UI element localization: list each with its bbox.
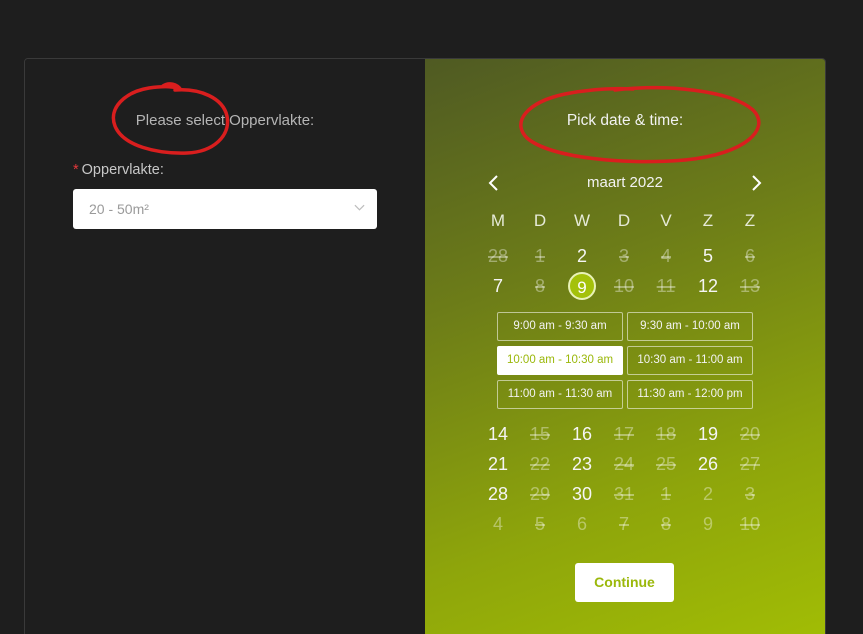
calendar-day: 8	[534, 276, 545, 296]
weekday-label: D	[617, 211, 631, 230]
month-navigation: maart 2022	[480, 171, 770, 195]
calendar-day: 24	[613, 454, 635, 474]
calendar-day: 9	[702, 514, 713, 534]
weekday-header: MDWDVZZ	[477, 209, 771, 233]
weekday-label: Z	[702, 211, 714, 230]
time-slot[interactable]: 9:30 am - 10:00 am	[627, 312, 753, 341]
calendar-day[interactable]: 26	[688, 452, 728, 476]
calendar-day: 31	[613, 484, 635, 504]
calendar-day: 4	[492, 514, 503, 534]
calendar-day[interactable]: 2	[562, 244, 602, 268]
calendar-day: 1	[660, 484, 671, 504]
chevron-right-icon[interactable]	[747, 174, 765, 192]
time-slot[interactable]: 11:30 am - 12:00 pm	[627, 380, 753, 409]
calendar-day[interactable]: 5	[688, 244, 728, 268]
calendar-day: 10	[739, 514, 761, 534]
page: Please select Oppervlakte: * Oppervlakte:…	[0, 0, 863, 634]
calendar-day: 28	[487, 246, 509, 266]
weekday-label: M	[490, 211, 506, 230]
calendar-week: 14 15 16 17 18 19 20	[477, 422, 771, 446]
calendar-day: 17	[613, 424, 635, 444]
calendar-day[interactable]: 21	[478, 452, 518, 476]
calendar-week: 28 29 30 31 1 2 3	[477, 482, 771, 506]
left-panel: Please select Oppervlakte: * Oppervlakte:…	[25, 59, 425, 634]
left-panel-title: Please select Oppervlakte:	[135, 112, 315, 129]
chevron-down-icon	[354, 204, 365, 211]
calendar-day: 25	[655, 454, 677, 474]
weekday-label: D	[533, 211, 547, 230]
calendar-day: 22	[529, 454, 551, 474]
calendar-week: 21 22 23 24 25 26 27	[477, 452, 771, 476]
calendar-week: 7 8 9 10 11 12 13	[477, 272, 771, 300]
calendar-week: 4 5 6 7 8 9 10	[477, 512, 771, 536]
right-panel: Pick date & time: maart 2022 M D W D V Z Z 28 1 2…	[425, 59, 825, 634]
oppervlakte-select[interactable]: 20 - 50m²	[73, 189, 377, 229]
calendar-day[interactable]: 16	[562, 422, 602, 446]
calendar-day: 5	[534, 514, 545, 534]
time-slot-selected[interactable]: 10:00 am - 10:30 am	[497, 346, 623, 375]
calendar-day: 3	[744, 484, 755, 504]
calendar-day: 2	[702, 484, 713, 504]
calendar-day: 4	[660, 246, 671, 266]
calendar-day: 3	[618, 246, 629, 266]
time-slot[interactable]: 9:00 am - 9:30 am	[497, 312, 623, 341]
select-value: 20 - 50m²	[89, 201, 149, 217]
continue-button[interactable]: Continue	[575, 563, 674, 602]
weekday-label: V	[660, 211, 672, 230]
calendar-day: 7	[618, 514, 629, 534]
calendar-day: 27	[739, 454, 761, 474]
calendar-day[interactable]: 12	[688, 274, 728, 298]
calendar-day: 10	[613, 276, 635, 296]
calendar-day[interactable]: 7	[478, 274, 518, 298]
weekday-label: Z	[744, 211, 756, 230]
calendar-day[interactable]: 19	[688, 422, 728, 446]
time-slot[interactable]: 11:00 am - 11:30 am	[497, 380, 623, 409]
field-label: * Oppervlakte:	[73, 162, 164, 178]
calendar-day[interactable]: 23	[562, 452, 602, 476]
calendar-day: 20	[739, 424, 761, 444]
field-label-text: Oppervlakte:	[81, 162, 164, 178]
time-slot[interactable]: 10:30 am - 11:00 am	[627, 346, 753, 375]
required-mark: *	[73, 162, 79, 178]
calendar-day[interactable]: 28	[478, 482, 518, 506]
calendar-day: 1	[534, 246, 545, 266]
weekday-label: W	[573, 211, 591, 230]
calendar-day: 8	[660, 514, 671, 534]
calendar-day[interactable]: 14	[478, 422, 518, 446]
right-panel-title: Pick date & time:	[566, 112, 684, 129]
month-label: maart 2022	[587, 174, 663, 191]
calendar-day: 11	[656, 276, 676, 296]
calendar-day: 15	[529, 424, 551, 444]
calendar-day[interactable]: 30	[562, 482, 602, 506]
calendar-day: 29	[529, 484, 551, 504]
calendar-day: 13	[739, 276, 761, 296]
booking-card: Please select Oppervlakte: * Oppervlakte:…	[24, 58, 826, 634]
calendar-day: 6	[576, 514, 587, 534]
calendar-day: 6	[744, 246, 755, 266]
calendar-day-selected[interactable]: 9	[568, 272, 596, 300]
calendar-week: 28 1 2 3 4 5 6	[477, 244, 771, 268]
calendar-day: 18	[655, 424, 677, 444]
